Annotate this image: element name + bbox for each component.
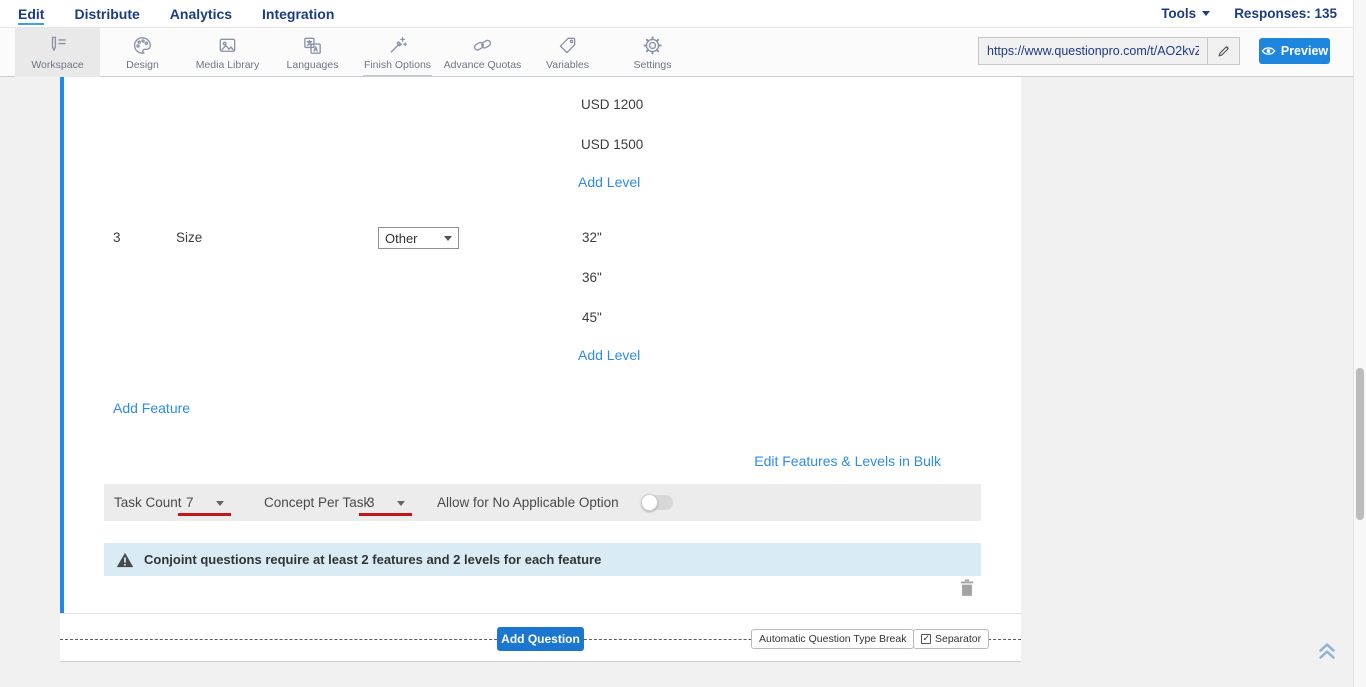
toolbar-item-settings[interactable]: Settings [610,28,695,77]
toolbar-item-finish-options[interactable]: Finish Options [355,28,440,77]
page-scrollbar [1353,0,1366,687]
toolbar-label: Workspace [31,59,83,71]
chevron-down-icon[interactable] [216,501,224,506]
separator-label: Separator [935,633,981,645]
chevron-down-icon [444,236,452,241]
concept-per-task-label: Concept Per Task [264,495,370,510]
toolbar-item-variables[interactable]: Variables [525,28,610,77]
level-value[interactable]: 45" [582,310,602,325]
task-count-value[interactable]: 7 [186,495,194,510]
scrollbar-thumb[interactable] [1356,368,1364,520]
scroll-to-top-icon[interactable] [1314,637,1340,663]
preview-label: Preview [1281,44,1328,58]
tab-distribute[interactable]: Distribute [74,1,139,27]
tab-edit[interactable]: Edit [18,1,44,27]
tab-analytics[interactable]: Analytics [170,1,232,27]
level-value[interactable]: USD 1500 [581,137,643,152]
toolbar-label: Finish Options [364,59,431,71]
toolbar-items: Workspace Design Media Library [15,28,695,77]
toolbar-label: Settings [634,59,672,71]
add-feature-link[interactable]: Add Feature [113,400,190,416]
toolbar-item-advance-quotas[interactable]: Advance Quotas [440,28,525,77]
feature-type-value: Other [385,231,418,246]
feature-number: 3 [113,230,121,245]
toolbar-label: Languages [287,59,339,71]
finish-options-icon [386,34,409,57]
edit-url-button[interactable] [1207,37,1240,65]
separator-checkbox[interactable] [921,634,931,644]
eye-icon [1261,45,1276,57]
warning-icon [116,552,134,568]
toolbar-item-workspace[interactable]: Workspace [15,28,100,77]
conjoint-question-card: USD 1200 USD 1500 Add Level 3 Size Other… [60,77,1021,614]
survey-url-input[interactable] [978,37,1207,65]
workspace-icon [46,34,69,57]
delete-question-icon[interactable] [958,578,976,597]
task-count-label: Task Count [114,495,182,510]
conjoint-settings-bar: Task Count 7 Concept Per Task 3 Allow fo… [104,484,981,521]
variables-icon [556,34,579,57]
workspace-toolbar: Workspace Design Media Library [0,28,1353,77]
no-applicable-label: Allow for No Applicable Option [437,495,619,510]
chevron-down-icon [1202,11,1210,16]
design-icon [131,34,154,57]
separator-toggle-button[interactable]: Separator [913,629,989,649]
survey-url-box [978,37,1240,65]
concept-per-task-underline [359,513,412,516]
warning-text: Conjoint questions require at least 2 fe… [144,552,601,567]
auto-break-label: Automatic Question Type Break [759,633,906,645]
toolbar-item-media-library[interactable]: Media Library [185,28,270,77]
chevron-down-icon[interactable] [397,501,405,506]
conjoint-warning-bar: Conjoint questions require at least 2 fe… [104,543,981,576]
auto-question-type-break-button[interactable]: Automatic Question Type Break [751,629,914,649]
add-question-button[interactable]: Add Question [497,627,584,651]
tools-label: Tools [1161,6,1196,21]
pencil-icon [1217,44,1231,58]
nav-right: Tools Responses: 135 [1161,6,1353,21]
preview-button[interactable]: Preview [1259,38,1330,64]
advance-quotas-icon [471,34,494,57]
toolbar-label: Advance Quotas [444,59,522,71]
add-question-strip: Add Question Automatic Question Type Bre… [60,614,1021,662]
add-level-link[interactable]: Add Level [578,174,640,190]
settings-icon [641,34,664,57]
tools-dropdown[interactable]: Tools [1161,6,1210,21]
responses-count[interactable]: Responses: 135 [1234,6,1337,21]
level-value[interactable]: USD 1200 [581,97,643,112]
feature-name[interactable]: Size [176,230,202,245]
languages-icon [301,34,324,57]
toggle-knob [641,494,658,511]
feature-type-select[interactable]: Other [378,227,459,249]
no-applicable-toggle[interactable] [643,495,673,510]
toolbar-item-design[interactable]: Design [100,28,185,77]
nav-tabs: Edit Distribute Analytics Integration [0,1,334,27]
toolbar-item-languages[interactable]: Languages [270,28,355,77]
media-library-icon [216,34,239,57]
task-count-underline [178,513,231,516]
level-value[interactable]: 36" [582,270,602,285]
questionpro-edit-page: Edit Distribute Analytics Integration To… [0,0,1366,687]
tab-integration[interactable]: Integration [262,1,334,27]
level-value[interactable]: 32" [582,230,602,245]
concept-per-task-value[interactable]: 3 [367,495,375,510]
top-navigation: Edit Distribute Analytics Integration To… [0,0,1353,28]
add-level-link[interactable]: Add Level [578,347,640,363]
toolbar-label: Media Library [196,59,260,71]
toolbar-label: Design [126,59,159,71]
toolbar-label: Variables [546,59,589,71]
bulk-edit-link[interactable]: Edit Features & Levels in Bulk [754,453,941,469]
